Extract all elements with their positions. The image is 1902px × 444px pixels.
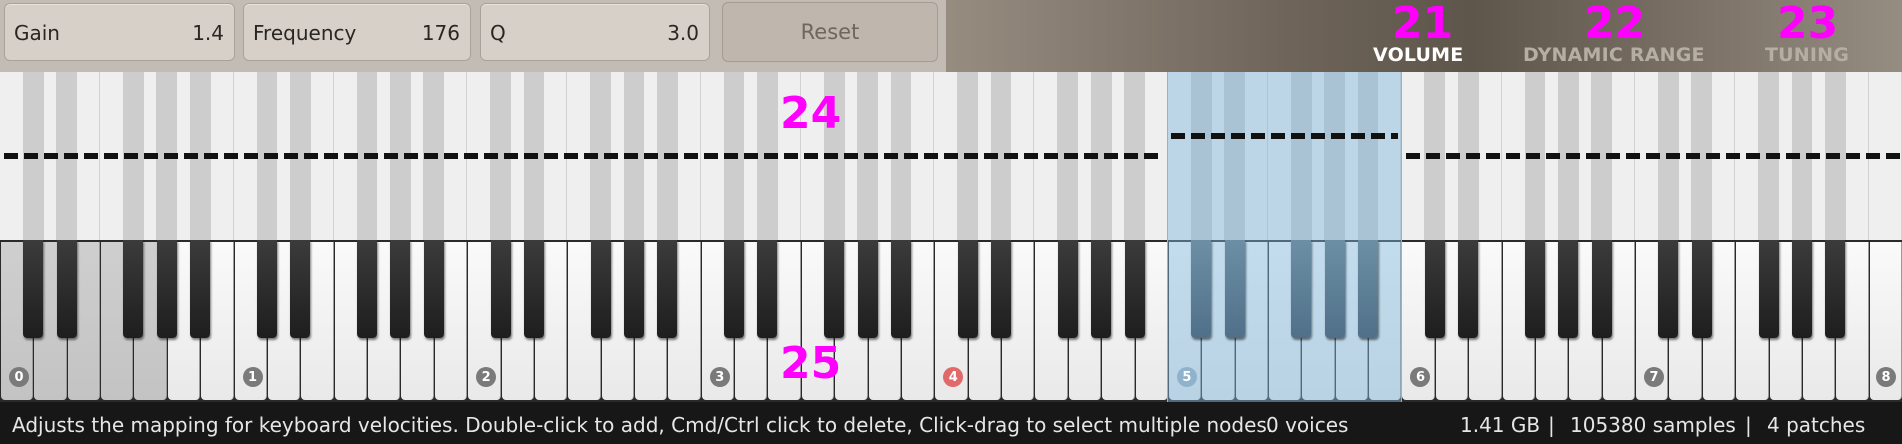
black-key[interactable]	[590, 240, 611, 338]
black-key[interactable]	[657, 240, 678, 338]
callout-24: 24	[780, 88, 842, 139]
black-key[interactable]	[123, 240, 144, 338]
black-key[interactable]	[1658, 240, 1679, 338]
callout-22: 22	[1584, 0, 1646, 49]
black-key[interactable]	[1591, 240, 1612, 338]
voices-count: 0 voices	[1266, 413, 1349, 437]
velocity-curve-right[interactable]	[1406, 153, 1900, 159]
patch-count: 4 patches	[1767, 413, 1866, 437]
q-label: Q	[490, 21, 506, 45]
black-key[interactable]	[490, 240, 511, 338]
frequency-field[interactable]: Frequency 176	[243, 3, 471, 61]
octave-marker-8: 8	[1876, 367, 1896, 387]
callout-21: 21	[1392, 0, 1454, 49]
black-key[interactable]	[1224, 240, 1245, 338]
status-separator-1: |	[1548, 413, 1555, 437]
frequency-label: Frequency	[253, 21, 357, 45]
black-key[interactable]	[423, 240, 444, 338]
octave-marker-1: 1	[242, 367, 263, 387]
mapping-selection[interactable]	[1167, 72, 1402, 240]
reset-button[interactable]: Reset	[722, 2, 938, 62]
q-value: 3.0	[667, 21, 699, 45]
black-key[interactable]	[957, 240, 978, 338]
gain-label: Gain	[14, 21, 60, 45]
black-key[interactable]	[1424, 240, 1445, 338]
velocity-mapping-editor[interactable]	[0, 72, 1902, 240]
black-key[interactable]	[390, 240, 411, 338]
black-key[interactable]	[1791, 240, 1812, 338]
black-key[interactable]	[757, 240, 778, 338]
black-key[interactable]	[156, 240, 177, 338]
black-key[interactable]	[357, 240, 378, 338]
black-key[interactable]	[290, 240, 311, 338]
black-key[interactable]	[1057, 240, 1078, 338]
piano-keyboard[interactable]: 012345678	[0, 240, 1902, 402]
velocity-curve-left[interactable]	[4, 153, 1163, 159]
black-key[interactable]	[724, 240, 745, 338]
black-key[interactable]	[256, 240, 277, 338]
black-key[interactable]	[1191, 240, 1212, 338]
q-field[interactable]: Q 3.0	[480, 3, 710, 61]
status-hint: Adjusts the mapping for keyboard velocit…	[12, 413, 1274, 437]
octave-marker-5: 5	[1176, 367, 1197, 387]
octave-marker-0: 0	[9, 367, 29, 387]
black-key[interactable]	[1124, 240, 1145, 338]
black-key[interactable]	[1291, 240, 1312, 338]
black-key[interactable]	[890, 240, 911, 338]
frequency-value: 176	[421, 21, 460, 45]
gain-field[interactable]: Gain 1.4	[4, 3, 235, 61]
black-key[interactable]	[623, 240, 644, 338]
black-key[interactable]	[1558, 240, 1579, 338]
black-key[interactable]	[1691, 240, 1712, 338]
status-bar: Adjusts the mapping for keyboard velocit…	[0, 402, 1902, 444]
sample-count: 105380 samples	[1570, 413, 1736, 437]
callout-25: 25	[780, 338, 842, 389]
black-key[interactable]	[23, 240, 44, 338]
octave-marker-3: 3	[709, 367, 730, 387]
black-key[interactable]	[1324, 240, 1345, 338]
black-key[interactable]	[991, 240, 1012, 338]
black-key[interactable]	[1358, 240, 1379, 338]
black-key[interactable]	[523, 240, 544, 338]
black-key[interactable]	[824, 240, 845, 338]
black-key[interactable]	[1524, 240, 1545, 338]
octave-marker-7: 7	[1644, 367, 1665, 387]
black-key[interactable]	[857, 240, 878, 338]
gain-value: 1.4	[192, 21, 224, 45]
status-separator-2: |	[1745, 413, 1752, 437]
black-key[interactable]	[1091, 240, 1112, 338]
velocity-curve-selected[interactable]	[1171, 133, 1398, 139]
callout-23: 23	[1777, 0, 1839, 49]
black-key[interactable]	[1825, 240, 1846, 338]
black-key[interactable]	[190, 240, 211, 338]
black-key[interactable]	[1458, 240, 1479, 338]
memory-usage: 1.41 GB	[1460, 413, 1541, 437]
black-key[interactable]	[1758, 240, 1779, 338]
black-key[interactable]	[56, 240, 77, 338]
